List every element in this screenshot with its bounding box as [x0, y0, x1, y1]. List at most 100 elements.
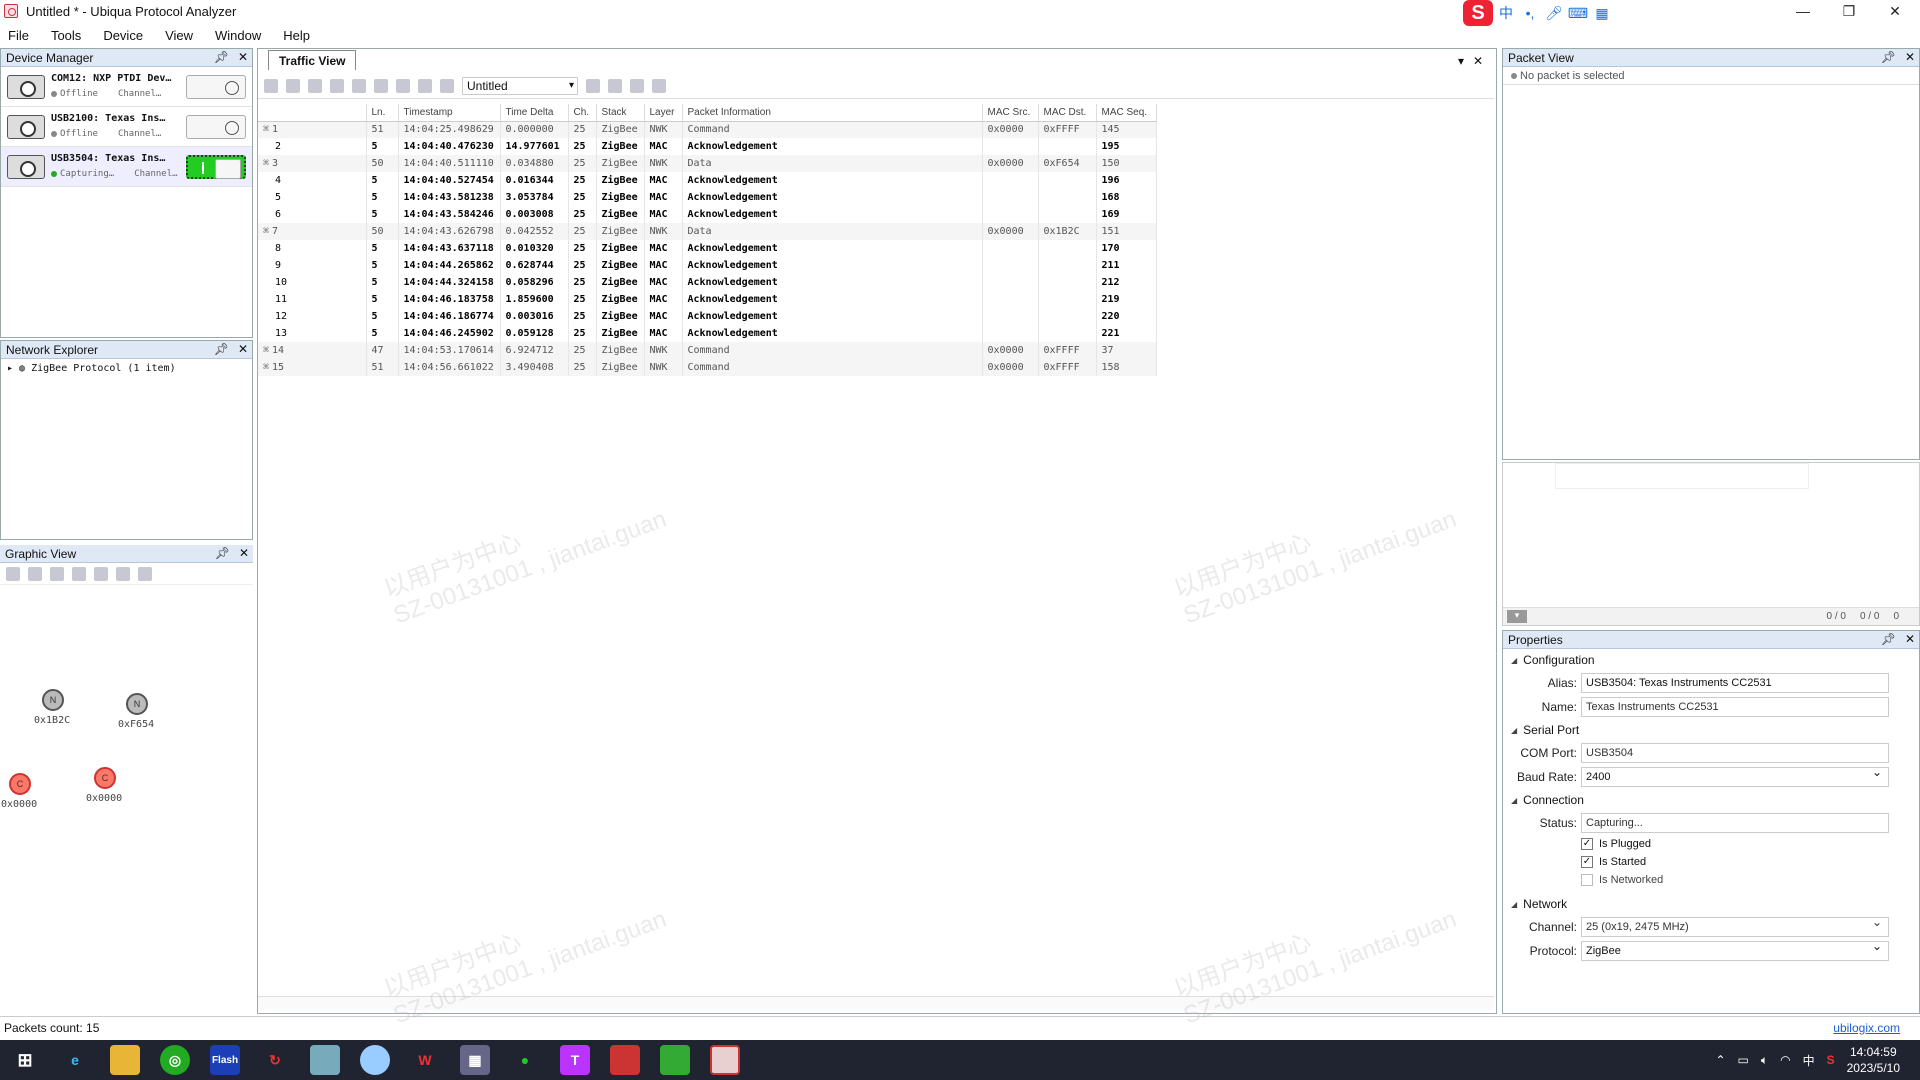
tree-item-zigbee[interactable]: ▸ ◍ ZigBee Protocol (1 item) — [1, 359, 252, 378]
group-configuration[interactable]: Configuration — [1503, 649, 1919, 671]
node-1b2c[interactable]: N — [42, 689, 64, 711]
menu-help[interactable]: Help — [283, 28, 310, 43]
col-packet-info[interactable]: Packet Information — [682, 104, 983, 122]
pin-icon[interactable]: 📌︎ — [215, 546, 230, 560]
tree-node-icon[interactable]: ⌘ — [263, 124, 269, 135]
minimize-button[interactable]: — — [1780, 0, 1826, 22]
pin-icon[interactable]: 📌︎ — [214, 342, 229, 356]
open-icon[interactable] — [6, 566, 20, 581]
ime-mic-icon[interactable]: 🎤︎ — [1543, 3, 1565, 23]
node-coordinator[interactable]: C — [9, 773, 31, 795]
close-icon[interactable]: ✕ — [239, 546, 249, 560]
node-coordinator[interactable]: C — [94, 767, 116, 789]
close-icon[interactable]: ✕ — [1473, 54, 1483, 68]
horizontal-scrollbar[interactable] — [258, 996, 1494, 1010]
group-network[interactable]: Network — [1503, 893, 1919, 915]
table-row[interactable]: 6 5 14:04:43.584246 0.003008 25 ZigBee MAC Ackn… — [258, 206, 1157, 223]
ubilogix-link[interactable]: ubilogix.com — [1833, 1021, 1900, 1035]
expand-arrow-icon[interactable]: ▸ — [7, 363, 19, 374]
table-row[interactable]: 4 5 14:04:40.527454 0.016344 25 ZigBee MAC Ackn… — [258, 172, 1157, 189]
wifi-icon[interactable]: ◠ — [1780, 1053, 1790, 1067]
columns-icon[interactable] — [308, 78, 322, 93]
sogou-tray-icon[interactable]: S — [1827, 1053, 1835, 1067]
notepad-icon[interactable] — [310, 1045, 340, 1075]
group-connection[interactable]: Connection — [1503, 789, 1919, 811]
save-capture-icon[interactable] — [286, 78, 300, 93]
tree-node-icon[interactable]: ⌘ — [263, 362, 269, 373]
table-row[interactable]: 13 5 14:04:46.245902 0.059128 25 ZigBee MAC Ack… — [258, 325, 1157, 342]
delete-icon[interactable] — [72, 566, 86, 581]
checkbox-checked-icon[interactable]: ✓ — [1581, 838, 1593, 850]
ime-punct-icon[interactable]: •, — [1519, 3, 1541, 23]
col-mac-dst[interactable]: MAC Dst. — [1038, 104, 1097, 122]
capture-toggle[interactable] — [186, 75, 246, 99]
table-row[interactable]: ⌘ 14 47 14:04:53.170614 6.924712 25 ZigBee NWK C… — [258, 342, 1157, 359]
chk-is-plugged[interactable]: ✓ Is Plugged — [1503, 835, 1919, 853]
table-row[interactable]: 8 5 14:04:43.637118 0.010320 25 ZigBee MAC Ackn… — [258, 240, 1157, 257]
dropdown-icon[interactable]: ▾ — [1458, 54, 1464, 68]
table-row[interactable]: ⌘ 3 50 14:04:40.511110 0.034880 25 ZigBee NWK Da… — [258, 155, 1157, 172]
channel-select[interactable]: 25 (0x19, 2475 MHz) — [1581, 915, 1889, 937]
ime-keyboard-icon[interactable]: ⌨︎ — [1567, 3, 1589, 23]
close-icon[interactable]: ✕ — [1905, 50, 1915, 64]
table-row[interactable]: ⌘ 15 51 14:04:56.661022 3.490408 25 ZigBee NWK C… — [258, 359, 1157, 376]
tab-traffic-view[interactable]: Traffic View — [268, 50, 357, 70]
zoom-icon[interactable] — [138, 566, 152, 581]
col-mac-seq[interactable]: MAC Seq. — [1096, 104, 1157, 122]
file-explorer-icon[interactable] — [110, 1045, 140, 1075]
find-icon[interactable] — [418, 78, 432, 93]
table-row[interactable]: 12 5 14:04:46.186774 0.003016 25 ZigBee MAC Ack… — [258, 308, 1157, 325]
col-index[interactable] — [258, 104, 367, 122]
device-row-usb3504[interactable]: USB3504: Texas Ins… Capturing… Channel… — [1, 147, 252, 187]
expand-icon[interactable]: ▾ — [1507, 610, 1527, 623]
tencent-meeting-icon[interactable]: T — [560, 1045, 590, 1075]
ubiqua-taskbar-icon[interactable] — [710, 1045, 740, 1075]
table-row[interactable]: 9 5 14:04:44.265862 0.628744 25 ZigBee MAC Ackn… — [258, 257, 1157, 274]
ime-grid-icon[interactable]: ▦ — [1591, 3, 1613, 23]
close-icon[interactable]: ✕ — [238, 50, 248, 64]
colorize-icon[interactable] — [352, 78, 366, 93]
tree-node-icon[interactable]: ⌘ — [263, 226, 269, 237]
restore-button[interactable]: ❐ — [1826, 0, 1872, 22]
col-time-delta[interactable]: Time Delta — [500, 104, 569, 122]
menu-device[interactable]: Device — [103, 28, 143, 43]
pin-icon[interactable]: 📌︎ — [1881, 50, 1896, 64]
table-row[interactable]: 2 5 14:04:40.476230 14.977601 25 ZigBee MAC Ack… — [258, 138, 1157, 155]
chevron-up-icon[interactable]: ⌃ — [1715, 1053, 1725, 1067]
view-icon[interactable] — [116, 566, 130, 581]
close-button[interactable]: ✕ — [1872, 0, 1918, 22]
table-row[interactable]: 10 5 14:04:44.324158 0.058296 25 ZigBee MAC Ack… — [258, 274, 1157, 291]
capture-toggle-on[interactable] — [186, 155, 246, 179]
chk-is-started[interactable]: ✓ Is Started — [1503, 853, 1919, 871]
capture-toggle[interactable] — [186, 115, 246, 139]
flash-icon[interactable]: Flash — [210, 1045, 240, 1075]
table-row[interactable]: 11 5 14:04:46.183758 1.859600 25 ZigBee MAC Ack… — [258, 291, 1157, 308]
windows-start-icon[interactable]: ⊞ — [10, 1045, 40, 1075]
checkbox-unchecked-icon[interactable] — [1581, 874, 1593, 886]
device-row-com12[interactable]: COM12: NXP PTDI Dev… Offline Channel… — [1, 67, 252, 107]
group-serial-port[interactable]: Serial Port — [1503, 719, 1919, 741]
device-row-usb2100[interactable]: USB2100: Texas Ins… Offline Channel… — [1, 107, 252, 147]
menu-tools[interactable]: Tools — [51, 28, 81, 43]
menu-view[interactable]: View — [165, 28, 193, 43]
ime-indicator[interactable]: 中 — [1803, 1052, 1815, 1069]
node-f654[interactable]: N — [126, 693, 148, 715]
mark-icon[interactable] — [374, 78, 388, 93]
alias-field[interactable]: USB3504: Texas Instruments CC2531 — [1581, 673, 1889, 693]
col-timestamp[interactable]: Timestamp — [398, 104, 501, 122]
wechat-icon[interactable]: ● — [510, 1045, 540, 1075]
new-capture-icon[interactable] — [264, 78, 278, 93]
calculator-icon[interactable]: ▦ — [460, 1045, 490, 1075]
table-row[interactable]: 5 5 14:04:43.581238 3.053784 25 ZigBee MAC Ackn… — [258, 189, 1157, 206]
refresh-icon[interactable] — [440, 78, 454, 93]
col-stack[interactable]: Stack — [596, 104, 645, 122]
protocol-select[interactable]: ZigBee — [1581, 939, 1889, 961]
layout-icon[interactable] — [94, 566, 108, 581]
col-layer[interactable]: Layer — [644, 104, 683, 122]
pin-icon[interactable]: 📌︎ — [1881, 632, 1896, 646]
chk-is-networked[interactable]: Is Networked — [1503, 871, 1919, 889]
col-ln[interactable]: Ln. — [366, 104, 399, 122]
chart-app-icon[interactable] — [660, 1045, 690, 1075]
close-icon[interactable]: ✕ — [238, 342, 248, 356]
menu-file[interactable]: File — [8, 28, 29, 43]
